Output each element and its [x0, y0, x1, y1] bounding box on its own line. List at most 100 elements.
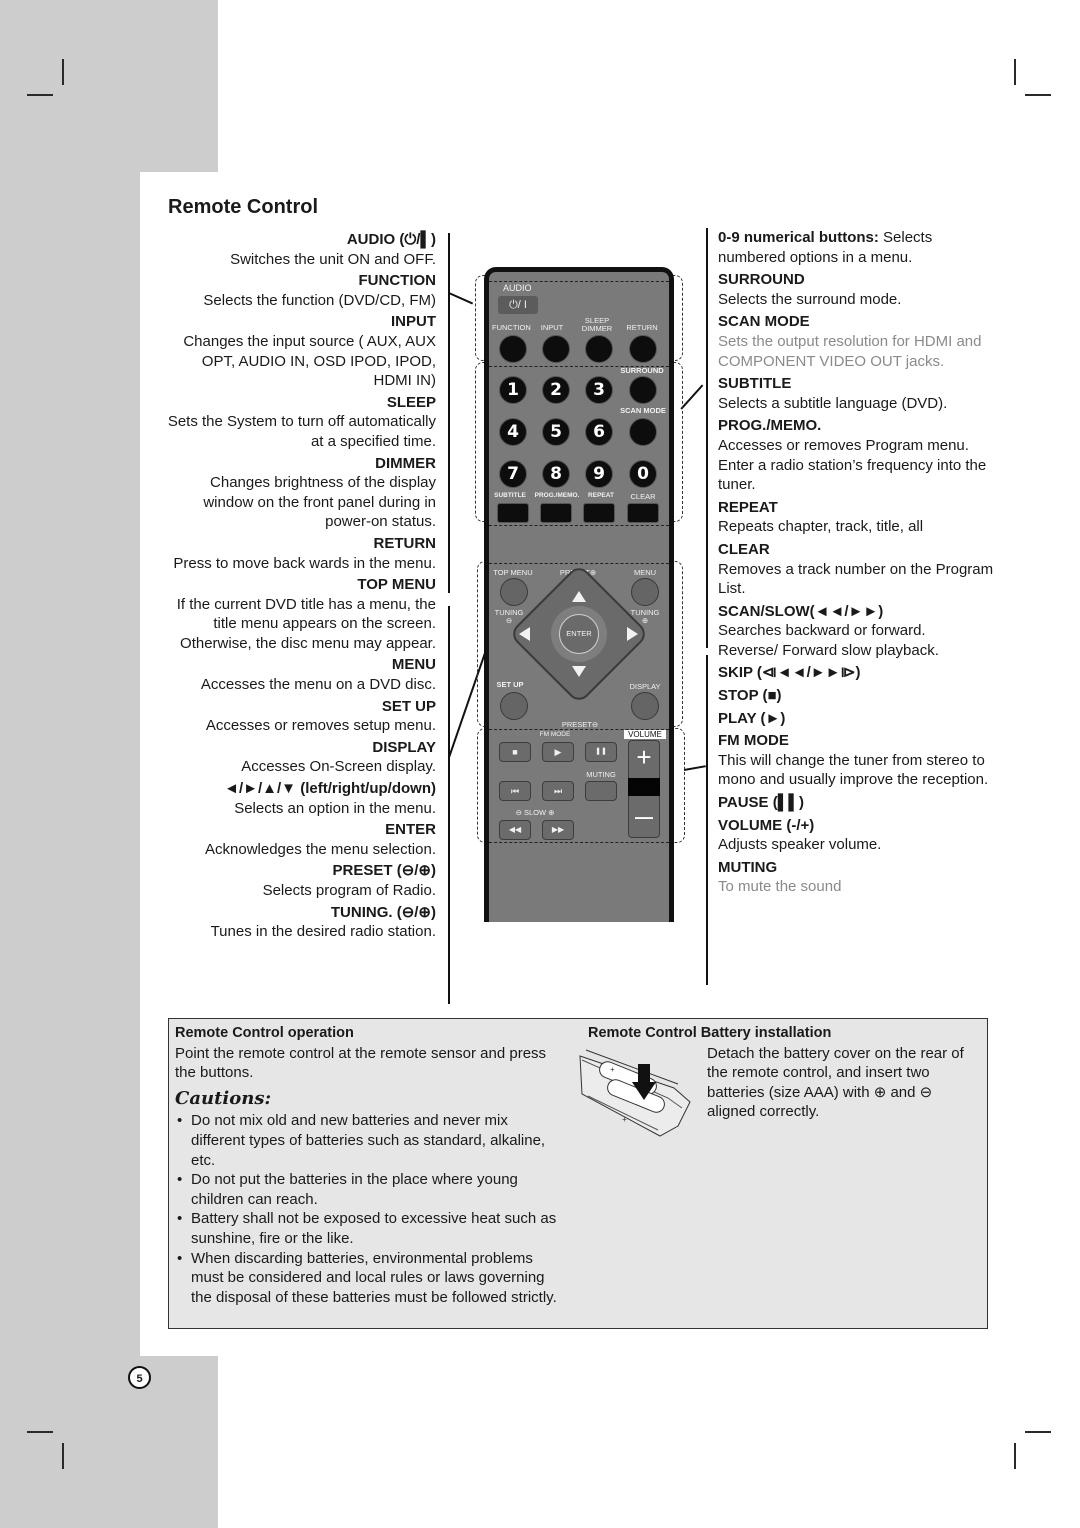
sleep-dimmer-button[interactable]	[585, 335, 613, 363]
subtitle-label: SUBTITLE	[494, 492, 526, 499]
input-button[interactable]	[542, 335, 570, 363]
digit-1-button[interactable]: 1	[499, 376, 527, 404]
display-label: DISPLAY	[629, 682, 661, 691]
repeat-button[interactable]	[583, 503, 615, 523]
digit-2-button[interactable]: 2	[542, 376, 570, 404]
button-description: Press to move back wards in the menu.	[173, 554, 436, 572]
crop-mark	[62, 1443, 64, 1469]
digit-5-button[interactable]: 5	[542, 418, 570, 446]
left-arrow-button[interactable]	[519, 627, 530, 641]
button-description: Acknowledges the menu selection.	[205, 840, 436, 858]
bracket-line-left-upper	[448, 233, 450, 593]
skip-back-button[interactable]: ⏮	[499, 781, 531, 801]
button-heading: MENU	[391, 656, 436, 674]
button-heading: RETURN	[373, 534, 437, 552]
function-button[interactable]	[499, 335, 527, 363]
button-heading: SLEEP	[386, 393, 436, 411]
button-description: Changes the input source ( AUX, AUX OPT,…	[183, 332, 436, 390]
caution-item: Do not mix old and new batteries and nev…	[175, 1111, 565, 1170]
button-heading: TOP MENU	[357, 576, 436, 594]
button-description: Sets the output resolution for HDMI and …	[718, 332, 982, 370]
button-heading: CLEAR	[718, 540, 770, 558]
button-heading: SCAN MODE	[718, 313, 810, 331]
divider	[489, 842, 669, 843]
button-heading: ENTER	[385, 821, 436, 839]
surround-button[interactable]	[629, 376, 657, 404]
display-button[interactable]	[631, 692, 659, 720]
up-arrow-button[interactable]	[572, 591, 586, 602]
button-description: This will change the tuner from stereo t…	[718, 751, 989, 789]
rewind-button[interactable]: ◀◀	[499, 820, 531, 840]
right-arrow-button[interactable]	[627, 627, 638, 641]
menu-label: MENU	[633, 568, 657, 577]
digit-8-button[interactable]: 8	[542, 460, 570, 488]
battery-section: Remote Control Battery installation + + …	[579, 1024, 983, 1137]
volume-up-button[interactable]: +	[628, 740, 660, 776]
menu-button[interactable]	[631, 578, 659, 606]
button-description: Selects the function (DVD/CD, FM)	[203, 291, 436, 309]
button-heading: FUNCTION	[358, 272, 437, 290]
muting-button[interactable]	[585, 781, 617, 801]
button-description: Changes brightness of the display window…	[203, 474, 436, 531]
return-label: RETURN	[626, 323, 658, 332]
prog-memo-label: PROG./MEMO.	[534, 492, 580, 499]
leader-line	[683, 765, 706, 771]
remote-control-illustration: AUDIO ⏻/ I FUNCTION INPUT SLEEP DIMMER R…	[484, 267, 674, 922]
top-menu-button[interactable]	[500, 578, 528, 606]
button-heading: DISPLAY	[372, 738, 436, 756]
bracket-line-left-lower	[448, 606, 450, 1004]
pause-button[interactable]: ❚❚	[585, 742, 617, 762]
power-button[interactable]: ⏻/ I	[498, 296, 538, 314]
button-heading: FM MODE	[718, 732, 789, 750]
prog-memo-button[interactable]	[540, 503, 572, 523]
button-heading: ◄/►/▲/▼ (left/right/up/down)	[224, 780, 436, 798]
button-description: Selects a subtitle language (DVD).	[718, 394, 948, 412]
button-heading: PRESET (⊖/⊕)	[332, 862, 436, 880]
muting-label: MUTING	[586, 770, 616, 779]
volume-down-button[interactable]: —	[628, 800, 660, 834]
down-arrow-button[interactable]	[572, 666, 586, 677]
button-heading: SCAN/SLOW(◄◄/►►)	[718, 602, 884, 620]
caution-item: When discarding batteries, environmental…	[175, 1249, 565, 1308]
battery-installation-illustration: + +	[579, 1049, 691, 1137]
button-heading: STOP (■)	[718, 687, 782, 705]
button-description: Accesses the menu on a DVD disc.	[200, 676, 436, 694]
button-heading: SURROUND	[718, 271, 805, 289]
digit-3-button[interactable]: 3	[585, 376, 613, 404]
function-label: FUNCTION	[492, 323, 531, 332]
skip-forward-button[interactable]: ⏭	[542, 781, 574, 801]
crop-mark	[1025, 94, 1051, 96]
stop-button[interactable]: ■	[499, 742, 531, 762]
digit-9-button[interactable]: 9	[585, 460, 613, 488]
operation-section: Remote Control operation Point the remot…	[175, 1024, 565, 1307]
subtitle-button[interactable]	[497, 503, 529, 523]
button-description: Selects an option in the menu.	[234, 799, 436, 817]
play-button[interactable]: ▶	[542, 742, 574, 762]
crop-mark	[27, 94, 53, 96]
digit-0-button[interactable]: 0	[629, 460, 657, 488]
button-description: Accesses On-Screen display.	[241, 758, 436, 776]
return-button[interactable]	[629, 335, 657, 363]
scan-mode-button[interactable]	[629, 418, 657, 446]
button-description: If the current DVD title has a menu, the…	[176, 595, 436, 652]
button-heading: SUBTITLE	[718, 375, 792, 393]
button-description: Searches backward or forward.	[718, 622, 926, 640]
button-description: Removes a track number on the Program Li…	[718, 560, 994, 598]
digit-6-button[interactable]: 6	[585, 418, 613, 446]
button-heading: AUDIO (⏻/▌)	[346, 231, 436, 248]
digit-4-button[interactable]: 4	[499, 418, 527, 446]
audio-label: AUDIO	[503, 283, 532, 293]
fast-forward-button[interactable]: ▶▶	[542, 820, 574, 840]
divider	[489, 281, 669, 282]
sleep-dimmer-label: SLEEP DIMMER	[581, 316, 613, 333]
crop-mark	[62, 59, 64, 85]
leader-line	[680, 384, 703, 410]
clear-button[interactable]	[627, 503, 659, 523]
set-up-button[interactable]	[500, 692, 528, 720]
button-heading: VOLUME (-/+)	[718, 816, 815, 834]
operation-description: Point the remote control at the remote s…	[175, 1044, 547, 1082]
button-description: Selects the surround mode.	[718, 290, 902, 308]
crop-mark	[1025, 1431, 1051, 1433]
crop-mark	[1014, 59, 1016, 85]
digit-7-button[interactable]: 7	[499, 460, 527, 488]
